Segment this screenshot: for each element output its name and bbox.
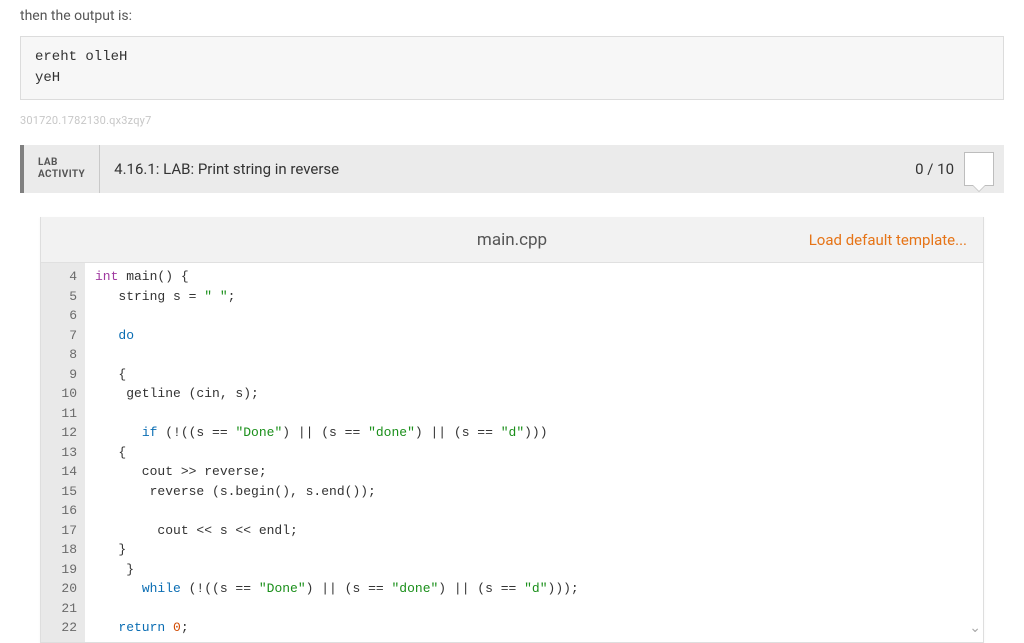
- code-editor: main.cpp Load default template... 456789…: [40, 217, 984, 643]
- code-line[interactable]: [95, 599, 973, 619]
- code-line[interactable]: [95, 306, 973, 326]
- lab-header: LAB ACTIVITY 4.16.1: LAB: Print string i…: [20, 145, 1004, 193]
- line-number: 8: [45, 345, 77, 365]
- code-line[interactable]: if (!((s == "Done") || (s == "done") || …: [95, 423, 973, 443]
- line-number: 15: [45, 482, 77, 502]
- line-number: 11: [45, 404, 77, 424]
- line-number: 22: [45, 618, 77, 638]
- lab-activity-label: LAB ACTIVITY: [24, 145, 100, 193]
- load-default-template-button[interactable]: Load default template...: [809, 231, 967, 249]
- line-number: 4: [45, 267, 77, 287]
- lab-label-line1: LAB: [38, 157, 85, 169]
- code-line[interactable]: {: [95, 443, 973, 463]
- lab-score: 0 / 10: [915, 145, 1004, 193]
- code-line[interactable]: [95, 345, 973, 365]
- code-line[interactable]: do: [95, 326, 973, 346]
- code-line[interactable]: }: [95, 540, 973, 560]
- line-number: 18: [45, 540, 77, 560]
- code-lines[interactable]: int main() { string s = " "; do { getlin…: [85, 263, 983, 642]
- line-number: 7: [45, 326, 77, 346]
- line-number: 5: [45, 287, 77, 307]
- lab-label-line2: ACTIVITY: [38, 169, 85, 181]
- code-line[interactable]: cout >> reverse;: [95, 462, 973, 482]
- code-line[interactable]: [95, 404, 973, 424]
- line-number: 10: [45, 384, 77, 404]
- code-line[interactable]: while (!((s == "Done") || (s == "done") …: [95, 579, 973, 599]
- code-line[interactable]: getline (cin, s);: [95, 384, 973, 404]
- code-area[interactable]: 45678910111213141516171819202122 int mai…: [41, 263, 983, 642]
- line-number: 12: [45, 423, 77, 443]
- line-number: 14: [45, 462, 77, 482]
- lab-title: 4.16.1: LAB: Print string in reverse: [100, 145, 915, 193]
- page-tracking-id: 301720.1782130.qx3zqy7: [20, 114, 1004, 127]
- code-line[interactable]: return 0;: [95, 618, 973, 638]
- line-number: 20: [45, 579, 77, 599]
- code-line[interactable]: {: [95, 365, 973, 385]
- score-badge-icon: [964, 152, 994, 186]
- editor-topbar: main.cpp Load default template...: [41, 217, 983, 263]
- code-line[interactable]: string s = " ";: [95, 287, 973, 307]
- line-number: 19: [45, 560, 77, 580]
- expected-output-box: ereht olleH yeH: [20, 36, 1004, 100]
- line-number: 6: [45, 306, 77, 326]
- line-number: 21: [45, 599, 77, 619]
- line-number: 13: [45, 443, 77, 463]
- lab-score-text: 0 / 10: [915, 160, 954, 178]
- problem-output-intro: then the output is:: [20, 8, 1004, 24]
- line-number: 9: [45, 365, 77, 385]
- line-number: 16: [45, 501, 77, 521]
- code-line[interactable]: [95, 501, 973, 521]
- code-line[interactable]: int main() {: [95, 267, 973, 287]
- code-line[interactable]: }: [95, 560, 973, 580]
- line-number: 17: [45, 521, 77, 541]
- line-number-gutter: 45678910111213141516171819202122: [41, 263, 85, 642]
- code-line[interactable]: cout << s << endl;: [95, 521, 973, 541]
- code-line[interactable]: reverse (s.begin(), s.end());: [95, 482, 973, 502]
